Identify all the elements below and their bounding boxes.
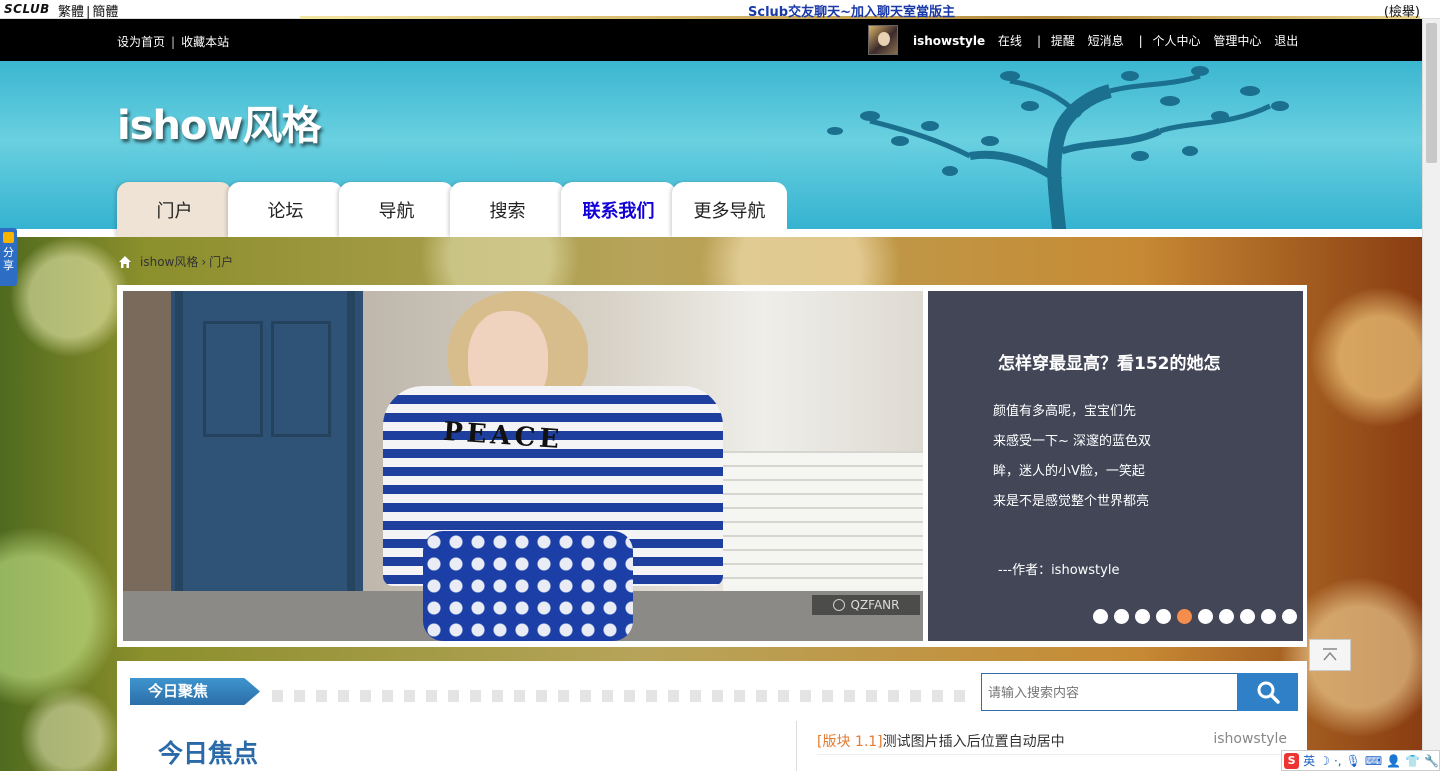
slider-pagination xyxy=(1093,609,1303,624)
search-button[interactable] xyxy=(1237,673,1298,711)
door-shape xyxy=(175,291,355,641)
language-switch: 繁體 | 簡體 xyxy=(58,5,119,20)
messages-link[interactable]: 短消息 xyxy=(1088,34,1124,48)
watermark-icon xyxy=(832,599,845,611)
share-label-2: 享 xyxy=(3,259,14,272)
search-icon xyxy=(1257,681,1280,704)
user-links: ishowstyle 在线 | 提醒 短消息 | 个人中心 管理中心 退出 xyxy=(913,34,1299,48)
slide-author: ---作者：ishowstyle xyxy=(998,563,1120,578)
logout-link[interactable]: 退出 xyxy=(1274,34,1298,48)
back-to-top-icon xyxy=(1323,648,1337,661)
sclub-logo[interactable]: SCLUB xyxy=(4,2,50,16)
slide-title[interactable]: 怎样穿最显高？看152的她怎 xyxy=(998,349,1221,374)
scrollbar-thumb[interactable] xyxy=(1426,23,1437,163)
wall-shape xyxy=(723,451,923,591)
home-icon[interactable] xyxy=(118,255,132,269)
share-side-tab[interactable]: 分 享 xyxy=(0,228,17,286)
slider-dot[interactable] xyxy=(1198,609,1213,624)
slide-image[interactable]: PEACE QZFANR xyxy=(123,291,923,641)
search-input[interactable] xyxy=(981,673,1239,711)
breadcrumb-separator: › xyxy=(201,254,207,269)
slider-dot[interactable] xyxy=(1156,609,1171,624)
ime-user-icon[interactable]: 👤 xyxy=(1386,754,1401,768)
slider-dot[interactable] xyxy=(1093,609,1108,624)
ime-shirt-icon[interactable]: 👕 xyxy=(1405,754,1420,768)
lang-traditional-link[interactable]: 繁體 xyxy=(58,5,84,20)
news-list-item[interactable]: [版块 1.1]测试图片插入后位置自动居中 ishowstyle xyxy=(817,731,1287,751)
breadcrumb-site-link[interactable]: ishow风格 xyxy=(140,253,198,270)
lang-simplified-link[interactable]: 簡體 xyxy=(92,5,118,20)
breadcrumb: ishow风格 › 门户 xyxy=(118,253,233,270)
set-homepage-link[interactable]: 设为首页 xyxy=(117,35,165,49)
site-title[interactable]: ishow风格 xyxy=(117,93,321,151)
avatar[interactable] xyxy=(868,25,898,55)
user-toolbar: 设为首页 | 收藏本站 ishowstyle 在线 | 提醒 短消息 | 个人中心 管理… xyxy=(0,19,1422,61)
report-link[interactable]: (檢舉) xyxy=(1384,1,1420,20)
featured-slider: PEACE QZFANR 怎样穿最显高？看152的她怎 颜值有多高呢，宝宝们先 … xyxy=(117,285,1307,647)
slide-caption-panel: 怎样穿最显高？看152的她怎 颜值有多高呢，宝宝们先 来感受一下~ 深邃的蓝色双… xyxy=(928,291,1303,641)
tree-illustration xyxy=(827,66,1289,237)
bookmark-site-link[interactable]: 收藏本站 xyxy=(181,35,229,49)
share-icon xyxy=(3,232,14,243)
main-nav-tabs: 门户 论坛 导航 搜索 联系我们 更多导航 xyxy=(117,182,787,237)
focus-panel: 今日聚焦 今日焦点 [版块 1.1]测试图片插入后位置自动居中 ishowsty… xyxy=(117,661,1307,771)
slider-dot[interactable] xyxy=(1261,609,1276,624)
back-to-top-button[interactable] xyxy=(1309,639,1351,671)
ime-keyboard-icon[interactable]: ⌨ xyxy=(1365,754,1382,768)
watermark-text: QZFANR xyxy=(850,598,900,612)
image-watermark: QZFANR xyxy=(812,595,920,615)
section-dash-decoration xyxy=(272,690,972,702)
breadcrumb-current: 门户 xyxy=(209,255,234,269)
site-links: 设为首页 | 收藏本站 xyxy=(117,35,230,49)
tab-forum[interactable]: 论坛 xyxy=(228,182,343,237)
patterned-skirt-shape xyxy=(423,531,633,641)
tab-portal[interactable]: 门户 xyxy=(117,182,232,237)
focus-title: 今日焦点 xyxy=(158,739,259,768)
column-divider xyxy=(796,721,797,771)
slider-dot[interactable] xyxy=(1135,609,1150,624)
news-divider xyxy=(817,754,1297,755)
ime-logo-icon[interactable]: S xyxy=(1284,752,1300,769)
ime-language-toggle[interactable]: 英 xyxy=(1303,752,1315,769)
tab-search[interactable]: 搜索 xyxy=(450,182,565,237)
slide-summary: 颜值有多高呢，宝宝们先 来感受一下~ 深邃的蓝色双 眸，迷人的小V脸，一笑起 来… xyxy=(993,404,1152,509)
tab-navigation[interactable]: 导航 xyxy=(339,182,454,237)
news-title[interactable]: 测试图片插入后位置自动居中 xyxy=(883,734,1065,750)
ime-dot-icon[interactable]: ·, xyxy=(1334,754,1342,768)
top-utility-bar: SCLUB 繁體 | 簡體 Sclub交友聊天~加入聊天室當版主 (檢舉) xyxy=(0,0,1440,20)
admin-link[interactable]: 管理中心 xyxy=(1213,34,1261,48)
slider-dot[interactable] xyxy=(1114,609,1129,624)
slider-dot[interactable] xyxy=(1240,609,1255,624)
ime-mic-icon[interactable]: 🎙 xyxy=(1346,754,1361,768)
news-board-tag[interactable]: [版块 1.1] xyxy=(817,734,883,750)
ime-wrench-icon[interactable]: 🔧 xyxy=(1424,754,1439,768)
slider-dot[interactable] xyxy=(1177,609,1192,624)
slider-dot[interactable] xyxy=(1219,609,1234,624)
share-label-1: 分 xyxy=(3,246,14,259)
section-label: 今日聚焦 xyxy=(130,678,260,705)
tab-contact-us[interactable]: 联系我们 xyxy=(561,182,676,237)
vertical-scrollbar[interactable] xyxy=(1422,19,1440,771)
tab-more-navigation[interactable]: 更多导航 xyxy=(672,182,787,237)
ime-toolbar: S 英 ☽ ·, 🎙 ⌨ 👤 👕 🔧 xyxy=(1281,750,1440,771)
top-banner-link[interactable]: Sclub交友聊天~加入聊天室當版主 xyxy=(748,1,955,20)
profile-link[interactable]: 个人中心 xyxy=(1153,34,1201,48)
news-author[interactable]: ishowstyle xyxy=(1213,731,1287,747)
remind-link[interactable]: 提醒 xyxy=(1051,34,1075,48)
username-link[interactable]: ishowstyle xyxy=(913,34,985,48)
online-status[interactable]: 在线 xyxy=(998,34,1022,48)
ime-moon-icon[interactable]: ☽ xyxy=(1319,754,1330,768)
slider-dot[interactable] xyxy=(1282,609,1297,624)
